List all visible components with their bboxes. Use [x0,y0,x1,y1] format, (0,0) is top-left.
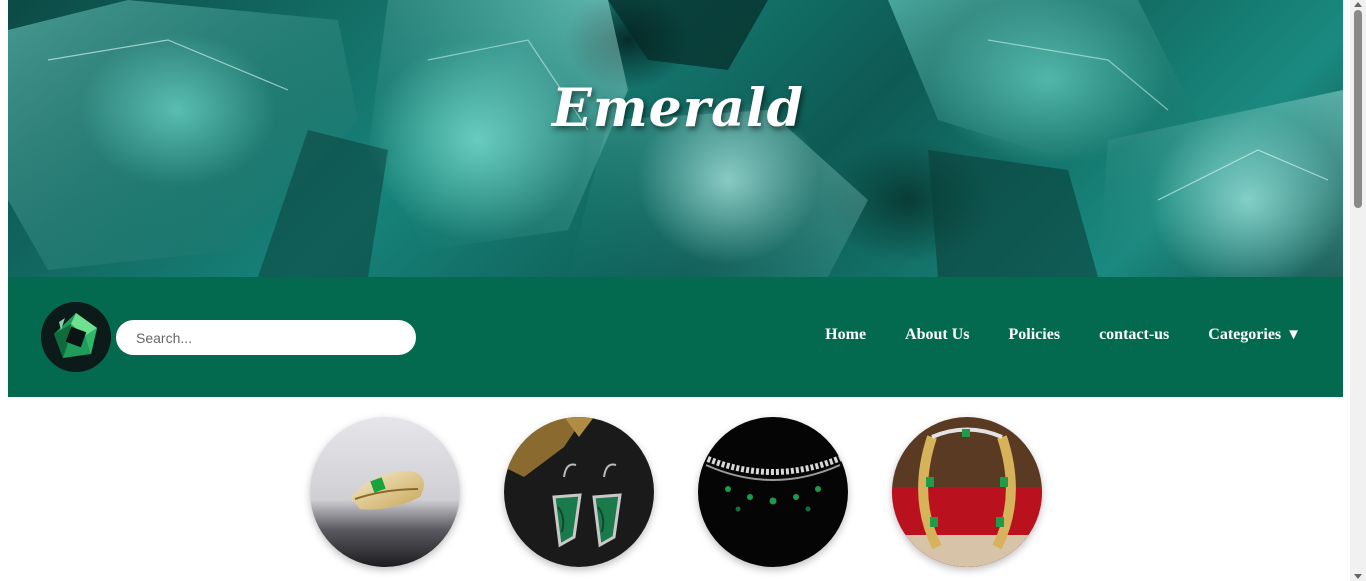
nav-about-us[interactable]: About Us [905,326,969,344]
nav-categories-label: Categories [1208,326,1282,343]
hero-banner: Emerald [8,0,1343,277]
category-bracelet-image[interactable] [892,417,1042,567]
scroll-down-icon[interactable] [1354,574,1362,579]
search-input[interactable] [116,320,416,355]
category-ring-image[interactable] [310,417,460,567]
triangle-down-icon: ▼ [1286,327,1301,343]
nav-contact-us[interactable]: contact-us [1099,326,1169,344]
category-earrings-image[interactable] [504,417,654,567]
category-necklace-image[interactable] [698,417,848,567]
emerald-gem-logo-icon[interactable] [41,302,111,372]
navbar: Home About Us Policies contact-us Catego… [8,277,1343,397]
page: Emerald Home About Us Policies contact-u… [0,0,1366,581]
nav-links: Home About Us Policies contact-us Catego… [786,326,1301,344]
scrollbar-thumb[interactable] [1354,10,1362,208]
scroll-up-icon[interactable] [1354,2,1362,7]
nav-home[interactable]: Home [825,326,866,344]
page-scrollbar[interactable] [1350,0,1366,581]
hero-title: Emerald [552,78,804,139]
nav-categories-dropdown[interactable]: Categories ▼ [1208,326,1301,344]
nav-policies[interactable]: Policies [1009,326,1061,344]
